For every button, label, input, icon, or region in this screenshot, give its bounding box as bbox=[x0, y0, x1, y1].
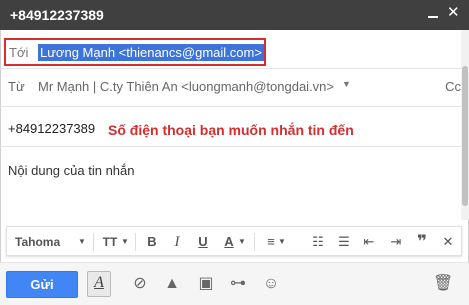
message-body[interactable]: Nội dung của tin nhắn bbox=[8, 163, 134, 178]
send-button[interactable]: Gửi bbox=[6, 271, 78, 298]
formatting-options-button[interactable]: A bbox=[87, 271, 111, 297]
drive-icon[interactable]: ▲ bbox=[162, 274, 182, 294]
cc-link[interactable]: Cc bbox=[445, 79, 461, 94]
recipient-highlight-box: Tới Lương Mạnh <thienancs@gmail.com> bbox=[4, 38, 266, 66]
image-icon[interactable]: ▣ bbox=[196, 274, 216, 294]
chevron-down-icon[interactable]: ▼ bbox=[120, 233, 130, 251]
divider bbox=[0, 106, 468, 107]
attach-icon[interactable]: ⊘ bbox=[130, 274, 150, 294]
annotation-text: Số điện thoại bạn muốn nhắn tin đến bbox=[108, 122, 354, 138]
trash-icon[interactable]: 🗑 bbox=[433, 274, 453, 294]
from-label: Từ bbox=[8, 79, 25, 94]
subject-input[interactable]: +84912237389 bbox=[8, 121, 95, 136]
emoji-icon[interactable]: ☺ bbox=[261, 274, 281, 294]
font-size-icon[interactable]: TT bbox=[101, 233, 119, 251]
scrollbar-thumb[interactable] bbox=[462, 66, 468, 206]
more-formatting-icon[interactable]: ✕ bbox=[439, 233, 457, 251]
link-icon[interactable]: ⊶ bbox=[228, 274, 248, 294]
font-family-select[interactable]: Tahoma bbox=[15, 233, 65, 251]
compose-title-bar: +84912237389 ✕ bbox=[0, 0, 469, 30]
chevron-down-icon[interactable]: ▼ bbox=[77, 233, 87, 251]
indent-less-icon[interactable]: ⇤ bbox=[360, 233, 378, 251]
numbered-list-icon[interactable]: ☷ bbox=[309, 233, 327, 251]
minimize-icon[interactable] bbox=[427, 6, 439, 20]
quote-icon[interactable]: ❞ bbox=[413, 233, 431, 251]
toolbar-divider bbox=[135, 233, 136, 251]
chevron-down-icon[interactable]: ▼ bbox=[237, 233, 247, 251]
bold-button[interactable]: B bbox=[144, 233, 160, 251]
toolbar-divider bbox=[254, 233, 255, 251]
divider bbox=[0, 68, 468, 69]
italic-button[interactable]: I bbox=[169, 233, 185, 251]
formatting-toolbar: Tahoma ▼ TT ▼ B I U A ▼ ≡ ▼ ☷ ☰ ⇤ ⇥ ❞ ✕ bbox=[6, 226, 462, 256]
indent-more-icon[interactable]: ⇥ bbox=[387, 233, 405, 251]
underline-button[interactable]: U bbox=[195, 233, 211, 251]
window-title: +84912237389 bbox=[10, 7, 104, 23]
compose-action-bar: Gửi A ⊘ ▲ ▣ ⊶ ☺ 🗑 bbox=[0, 262, 469, 305]
toolbar-divider bbox=[93, 233, 94, 251]
recipient-chip[interactable]: Lương Mạnh <thienancs@gmail.com> bbox=[38, 44, 264, 61]
chevron-down-icon[interactable]: ▼ bbox=[277, 233, 287, 251]
to-label: Tới bbox=[9, 45, 29, 60]
text-color-button[interactable]: A bbox=[221, 233, 237, 251]
bulleted-list-icon[interactable]: ☰ bbox=[335, 233, 353, 251]
close-icon[interactable]: ✕ bbox=[447, 5, 460, 20]
chevron-down-icon[interactable]: ▼ bbox=[342, 79, 351, 89]
divider bbox=[0, 146, 468, 147]
from-select[interactable]: Mr Mạnh | C.ty Thiên An <luongmanh@tongd… bbox=[38, 79, 334, 94]
